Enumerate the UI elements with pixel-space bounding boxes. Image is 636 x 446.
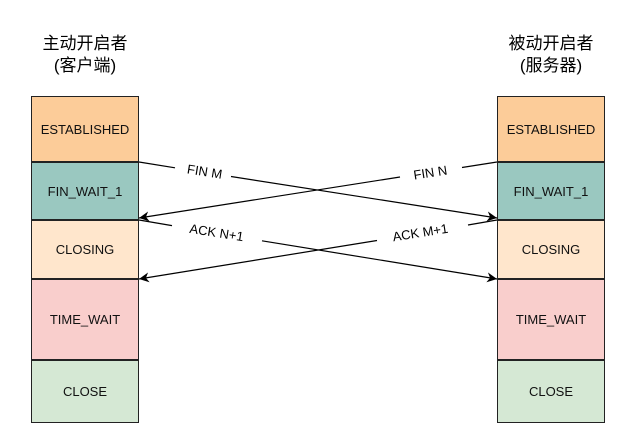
message-arrows: FIN M FIN N ACK N+1 ACK M+1 <box>138 161 498 283</box>
fin-n-label: FIN N <box>412 162 448 182</box>
ack-n-plus-1-label: ACK N+1 <box>189 221 245 244</box>
ack-m-plus-1-label: ACK M+1 <box>391 221 449 245</box>
fin-m-label: FIN M <box>186 161 223 181</box>
